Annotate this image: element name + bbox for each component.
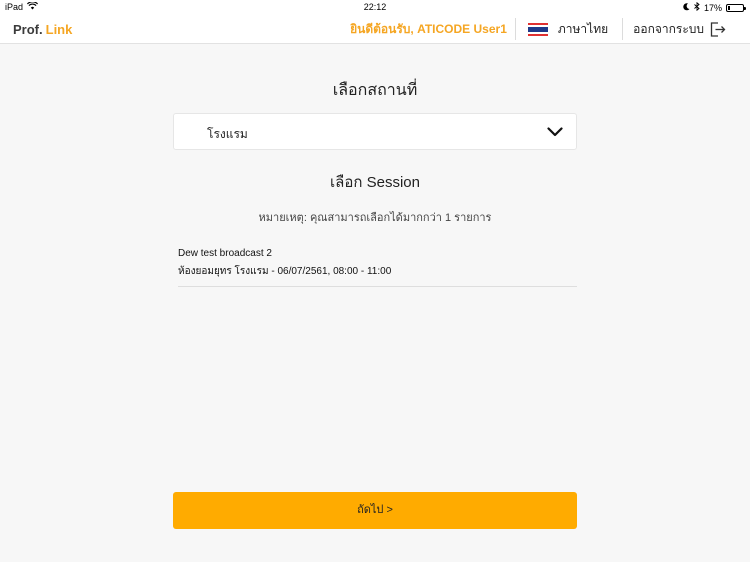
location-selected: โรงแรม xyxy=(207,127,248,141)
thai-flag-icon xyxy=(527,22,548,36)
chevron-down-icon xyxy=(547,127,563,137)
logout-button[interactable]: ออกจากระบบ xyxy=(623,20,750,39)
app-header: Prof. Link ยินดีต้อนรับ, ATICODE User1 ภา… xyxy=(0,14,750,44)
brand-logo: Prof. Link xyxy=(13,22,72,37)
session-details: ห้องยอมยุทร โรงแรม - 06/07/2561, 08:00 -… xyxy=(178,266,392,277)
location-dropdown[interactable]: โรงแรม xyxy=(173,113,577,150)
welcome-text: ยินดีต้อนรับ, ATICODE User1 xyxy=(350,21,507,36)
location-title: เลือกสถานที่ xyxy=(332,82,418,99)
brand-prof: Prof. xyxy=(13,22,43,37)
language-label: ภาษาไทย xyxy=(557,21,609,36)
session-list-item[interactable]: Dew test broadcast 2 ห้องยอมยุทร โรงแรม … xyxy=(178,242,577,287)
brand-link: Link xyxy=(45,22,73,37)
app-screen: iPad 22:12 17% Prof. Link ยินดีต้อนรับ, … xyxy=(0,0,750,562)
logout-icon xyxy=(710,21,726,37)
session-note: หมายเหตุ: คุณสามารถเลือกได้มากกว่า 1 ราย… xyxy=(258,212,492,224)
bluetooth-icon xyxy=(694,1,700,13)
battery-percent: 17% xyxy=(703,2,722,13)
moon-icon xyxy=(683,2,690,13)
status-bar: iPad 22:12 17% xyxy=(0,0,750,14)
language-switch[interactable]: ภาษาไทย xyxy=(516,20,622,39)
battery-fill xyxy=(728,5,731,10)
logout-label: ออกจากระบบ xyxy=(633,21,704,36)
session-title: เลือก Session xyxy=(330,174,420,191)
header-actions: ยินดีต้อนรับ, ATICODE User1 ภาษาไทย ออกจ… xyxy=(350,14,750,44)
status-time: 22:12 xyxy=(363,2,387,12)
session-name: Dew test broadcast 2 xyxy=(178,248,272,259)
next-button[interactable]: ถัดไป > xyxy=(173,492,577,529)
battery-icon xyxy=(726,3,746,12)
status-right: 17% xyxy=(683,1,746,13)
